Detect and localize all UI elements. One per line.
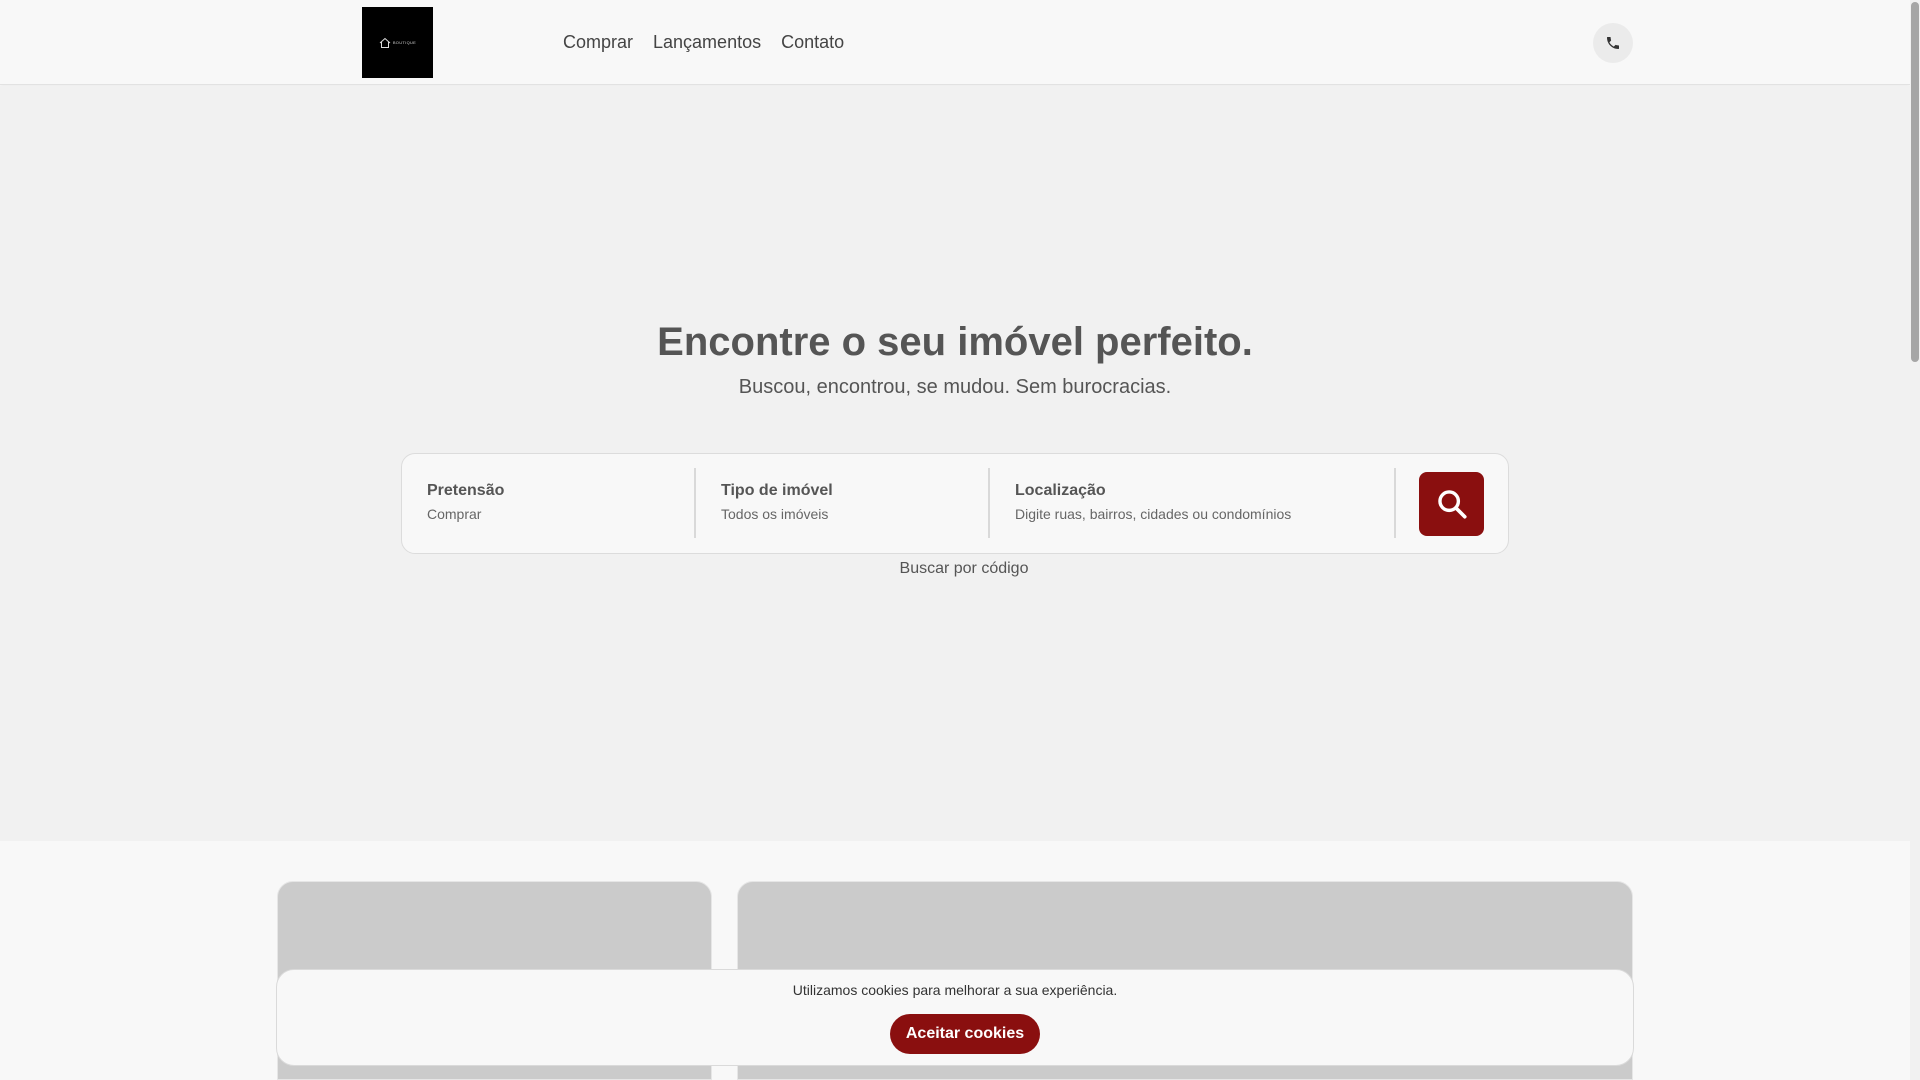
nav-comprar[interactable]: Comprar (563, 32, 633, 53)
scrollbar[interactable] (1910, 0, 1920, 1080)
localizacao-input[interactable]: Localização Digite ruas, bairros, cidade… (990, 468, 1396, 538)
hero-title: Encontre o seu imóvel perfeito. (657, 320, 1253, 364)
search-icon (1437, 490, 1467, 519)
pretensao-value: Comprar (427, 506, 482, 522)
search-button[interactable] (1419, 472, 1484, 536)
pretensao-label: Pretensão (427, 482, 505, 499)
search-by-code-link[interactable]: Buscar por código (0, 560, 1920, 578)
nav-contato[interactable]: Contato (781, 32, 844, 53)
house-logo-icon (379, 37, 391, 48)
cookie-message: Utilizamos cookies para melhorar a sua e… (792, 982, 1118, 998)
accept-cookies-button[interactable]: Aceitar cookies (890, 1014, 1040, 1054)
localizacao-placeholder: Digite ruas, bairros, cidades ou condomí… (1015, 506, 1292, 522)
phone-button[interactable] (1593, 23, 1633, 63)
hero-subtitle: Buscou, encontrou, se mudou. Sem burocra… (738, 376, 1172, 398)
tipo-imovel-select[interactable]: Tipo de imóvel Todos os imóveis (696, 468, 990, 538)
site-header: BOUTIQUE Comprar Lançamentos Contato (0, 0, 1910, 85)
hero-section: Encontre o seu imóvel perfeito. Buscou, … (0, 86, 1910, 841)
nav-lancamentos[interactable]: Lançamentos (653, 32, 761, 53)
logo[interactable]: BOUTIQUE (362, 7, 433, 78)
main-nav: Comprar Lançamentos Contato (563, 32, 844, 53)
scrollbar-thumb[interactable] (1911, 2, 1919, 362)
tipo-imovel-label: Tipo de imóvel (721, 482, 833, 499)
logo-text: BOUTIQUE (392, 40, 417, 45)
search-bar: Pretensão Comprar Tipo de imóvel Todos o… (401, 453, 1509, 554)
localizacao-label: Localização (1015, 482, 1106, 499)
cookie-banner: Utilizamos cookies para melhorar a sua e… (276, 969, 1634, 1066)
tipo-imovel-value: Todos os imóveis (721, 506, 829, 522)
pretensao-select[interactable]: Pretensão Comprar (402, 468, 696, 538)
phone-icon (1607, 37, 1619, 49)
